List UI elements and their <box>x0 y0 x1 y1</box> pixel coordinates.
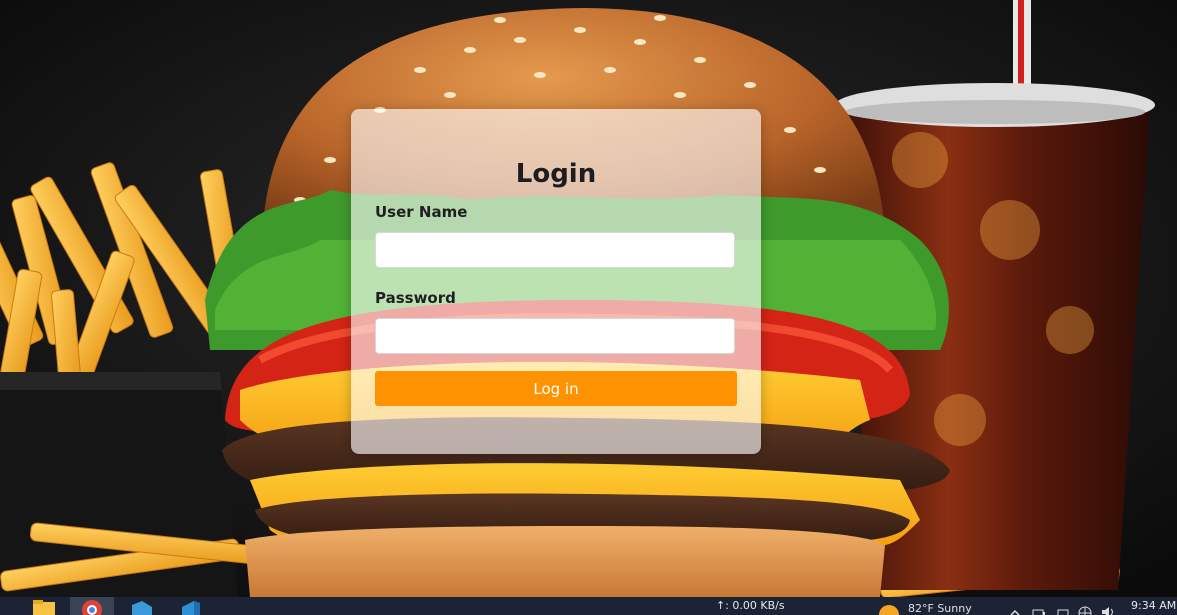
login-card: Login User Name Password Log in <box>351 109 761 454</box>
weather-text[interactable]: 82°F Sunny <box>908 602 972 615</box>
password-label: Password <box>375 289 456 307</box>
network-speed: ↑: 0.00 KB/s <box>716 599 785 612</box>
chevron-up-icon[interactable] <box>1010 603 1020 615</box>
vscode-icon[interactable] <box>168 597 212 615</box>
volume-icon[interactable] <box>1100 603 1116 615</box>
globe-icon[interactable] <box>1078 603 1092 615</box>
network-icon[interactable] <box>1056 603 1070 615</box>
username-input[interactable] <box>375 232 735 268</box>
chrome-icon[interactable] <box>70 597 114 615</box>
visual-studio-icon[interactable] <box>120 597 164 615</box>
taskbar: ↑: 0.00 KB/s 82°F Sunny 9:34 AM <box>0 597 1177 615</box>
login-button[interactable]: Log in <box>375 371 737 406</box>
username-label: User Name <box>375 203 468 221</box>
file-explorer-icon[interactable] <box>22 597 66 615</box>
weather-icon[interactable] <box>878 603 900 615</box>
password-input[interactable] <box>375 318 735 354</box>
login-title: Login <box>515 159 597 189</box>
clock-time[interactable]: 9:34 AM <box>1131 599 1176 612</box>
battery-icon[interactable] <box>1032 603 1046 615</box>
